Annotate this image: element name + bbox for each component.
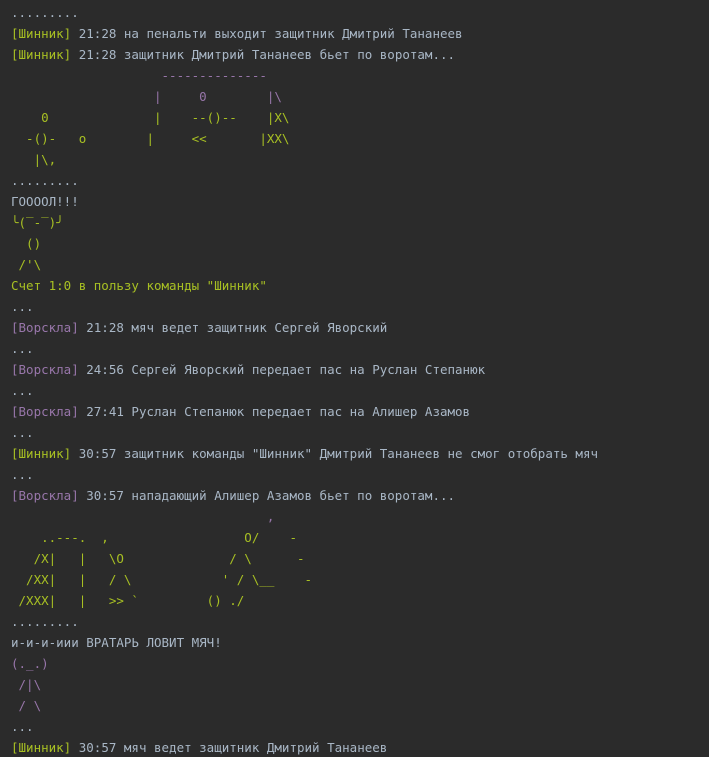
event-message: 21:28 на пенальти выходит защитник Дмитр… xyxy=(71,26,463,41)
log-event-line: [Шинник] 21:28 защитник Дмитрий Тананеев… xyxy=(11,44,709,65)
ascii-art-line: |\, xyxy=(11,152,57,167)
ascii-art-line: , xyxy=(11,509,275,524)
event-message: 24:56 Сергей Яворский передает пас на Ру… xyxy=(78,362,486,377)
team-tag: [Шинник] xyxy=(11,26,72,41)
log-text-line: ... xyxy=(11,341,34,356)
event-message: 21:28 защитник Дмитрий Тананеев бьет по … xyxy=(71,47,456,62)
ascii-art-line: ..---. , O/ - xyxy=(11,530,297,545)
team-tag: [Шинник] xyxy=(11,740,72,755)
log-event-line: [Ворскла] 24:56 Сергей Яворский передает… xyxy=(11,359,709,380)
log-text-line: ... xyxy=(11,299,34,314)
ascii-art-line: /XXX| | >> ` () ./ xyxy=(11,593,245,608)
event-message: 30:57 мяч ведет защитник Дмитрий Тананее… xyxy=(71,740,388,755)
ascii-art-line: -------------- xyxy=(11,68,267,83)
log-text-line: ... xyxy=(11,467,34,482)
log-text-line: ... xyxy=(11,425,34,440)
log-text-line: ......... xyxy=(11,614,79,629)
console-output[interactable]: ......... [Шинник] 21:28 на пенальти выхо… xyxy=(0,0,709,757)
event-message: 30:57 нападающий Алишер Азамов бьет по в… xyxy=(78,488,456,503)
ascii-art-line: /X| | \O / \ - xyxy=(11,551,305,566)
ascii-art-line: | 0 |\ xyxy=(11,89,282,104)
log-event-line: [Ворскла] 27:41 Руслан Степанюк передает… xyxy=(11,401,709,422)
team-tag: [Шинник] xyxy=(11,446,72,461)
ascii-art-line: /XX| | / \ ' / \__ - xyxy=(11,572,313,587)
team-tag: [Ворскла] xyxy=(11,488,79,503)
team-tag: [Шинник] xyxy=(11,47,72,62)
log-text-line: и-и-и-иии ВРАТАРЬ ЛОВИТ МЯЧ! xyxy=(11,635,222,650)
ascii-art-line: / \ xyxy=(11,698,42,713)
ascii-art-line: (._.) xyxy=(11,656,49,671)
ascii-art-line: 0 | --()-- |X\ xyxy=(11,110,290,125)
score-line: Счет 1:0 в пользу команды "Шинник" xyxy=(11,278,267,293)
ascii-art-line: -()- o | << |XX\ xyxy=(11,131,290,146)
ascii-art-line: ╰(‾-‾)╯ xyxy=(11,215,64,230)
ascii-art-line: () xyxy=(11,236,42,251)
log-event-line: [Шинник] 30:57 защитник команды "Шинник"… xyxy=(11,443,709,464)
event-message: 27:41 Руслан Степанюк передает пас на Ал… xyxy=(78,404,471,419)
team-tag: [Ворскла] xyxy=(11,362,79,377)
log-text-line: ГООООЛ!!! xyxy=(11,194,79,209)
log-text-line: ......... xyxy=(11,5,79,20)
log-text-line: ......... xyxy=(11,173,79,188)
log-text-line: ... xyxy=(11,719,34,734)
team-tag: [Ворскла] xyxy=(11,320,79,335)
log-event-line: [Шинник] 30:57 мяч ведет защитник Дмитри… xyxy=(11,737,709,757)
ascii-art-line: /|\ xyxy=(11,677,42,692)
log-event-line: [Ворскла] 21:28 мяч ведет защитник Серге… xyxy=(11,317,709,338)
ascii-art-line: /'\ xyxy=(11,257,42,272)
log-event-line: [Шинник] 21:28 на пенальти выходит защит… xyxy=(11,23,709,44)
log-event-line: [Ворскла] 30:57 нападающий Алишер Азамов… xyxy=(11,485,709,506)
event-message: 30:57 защитник команды "Шинник" Дмитрий … xyxy=(71,446,599,461)
log-text-line: ... xyxy=(11,383,34,398)
event-message: 21:28 мяч ведет защитник Сергей Яворский xyxy=(78,320,388,335)
team-tag: [Ворскла] xyxy=(11,404,79,419)
